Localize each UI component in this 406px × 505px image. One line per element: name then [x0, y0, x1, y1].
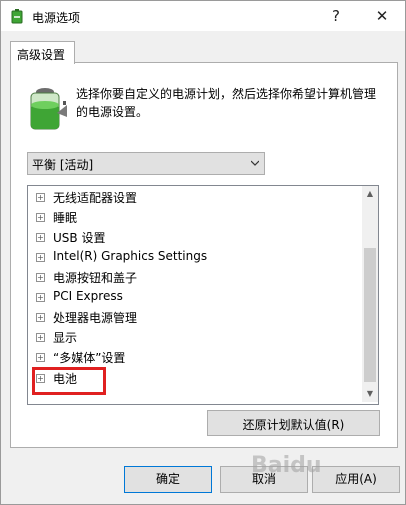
- expand-icon[interactable]: +: [36, 213, 45, 222]
- window-title: 电源选项: [32, 11, 81, 25]
- chevron-down-icon: [251, 160, 259, 166]
- expand-icon[interactable]: +: [36, 333, 45, 342]
- title-bar: 电源选项 ? ✕: [1, 1, 405, 31]
- ok-button[interactable]: 确定: [124, 466, 212, 493]
- expand-icon[interactable]: +: [36, 293, 45, 302]
- power-options-dialog: 电源选项 ? ✕ 高级设置 选择你要自定义的电源计划，然后选择你希望计算机管理的…: [0, 0, 406, 505]
- tree-item-label: Intel(R) Graphics Settings: [53, 249, 208, 263]
- settings-tree[interactable]: + 无线适配器设置 + 睡眠 + USB 设置 + Intel(R) Graph…: [27, 185, 379, 405]
- tab-label: 高级设置: [17, 48, 66, 62]
- power-plan-select[interactable]: 平衡 [活动]: [27, 152, 265, 175]
- close-button[interactable]: ✕: [359, 1, 405, 31]
- tree-item-label: 电池: [53, 372, 78, 386]
- scroll-up-arrow-icon[interactable]: ▲: [362, 186, 378, 202]
- vertical-scrollbar[interactable]: ▲ ▼: [362, 186, 378, 402]
- expand-icon[interactable]: +: [36, 374, 45, 383]
- tree-item-label: 显示: [53, 331, 78, 345]
- tree-item-label: 无线适配器设置: [53, 191, 138, 205]
- expand-icon[interactable]: +: [36, 353, 45, 362]
- tree-item-label: 处理器电源管理: [53, 311, 138, 325]
- battery-icon: [30, 88, 67, 130]
- apply-button[interactable]: 应用(A): [312, 466, 400, 493]
- expand-icon[interactable]: +: [36, 253, 45, 262]
- expand-icon[interactable]: +: [36, 233, 45, 242]
- tree-item-label: 电源按钮和盖子: [53, 271, 138, 285]
- tree-item-label: “多媒体”设置: [53, 351, 126, 365]
- help-button[interactable]: ?: [313, 1, 359, 31]
- scroll-thumb[interactable]: [364, 248, 376, 382]
- expand-icon[interactable]: +: [36, 313, 45, 322]
- battery-plug-icon: [11, 9, 23, 24]
- expand-icon[interactable]: +: [36, 193, 45, 202]
- scroll-down-arrow-icon[interactable]: ▼: [362, 386, 378, 402]
- restore-defaults-button[interactable]: 还原计划默认值(R): [207, 410, 380, 436]
- tab-advanced-settings[interactable]: 高级设置: [10, 41, 75, 64]
- tree-item-label: USB 设置: [53, 231, 106, 245]
- power-plan-value: 平衡 [活动]: [32, 158, 94, 172]
- tree-item-label: 睡眠: [53, 211, 78, 225]
- expand-icon[interactable]: +: [36, 273, 45, 282]
- restore-defaults-label: 还原计划默认值(R): [242, 418, 345, 432]
- description-text: 选择你要自定义的电源计划，然后选择你希望计算机管理的电源设置。: [76, 87, 377, 119]
- baidu-watermark: Baidu: [251, 453, 322, 478]
- tree-item-label: PCI Express: [53, 289, 123, 303]
